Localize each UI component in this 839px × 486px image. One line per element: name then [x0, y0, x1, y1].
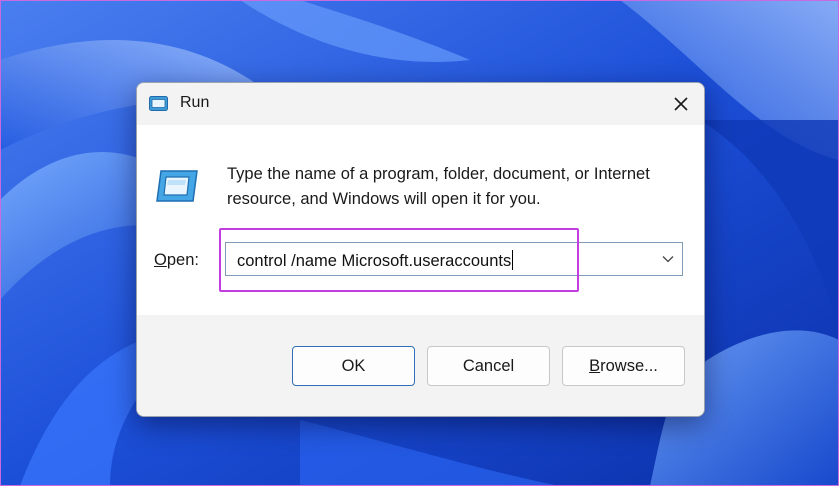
dialog-description: Type the name of a program, folder, docu…	[227, 165, 650, 208]
open-combobox[interactable]: control /name Microsoft.useraccounts	[225, 242, 683, 276]
open-label-rest: pen:	[166, 251, 199, 269]
run-dialog: Run Type the name of a program, folder, …	[136, 82, 705, 417]
text-caret	[512, 250, 514, 270]
close-button[interactable]	[658, 83, 704, 125]
open-label: Open:	[154, 251, 199, 270]
run-app-icon	[149, 96, 168, 111]
cancel-button[interactable]: Cancel	[427, 346, 550, 386]
ok-button[interactable]: OK	[292, 346, 415, 386]
chevron-down-icon[interactable]	[662, 254, 674, 264]
window-title: Run	[180, 94, 210, 111]
browse-button[interactable]: Browse...	[562, 346, 685, 386]
dialog-body	[137, 125, 704, 315]
title-bar[interactable]: Run	[137, 83, 704, 125]
run-program-icon	[156, 170, 198, 202]
browse-label-rest: rowse...	[600, 356, 658, 375]
open-label-accesskey: O	[154, 251, 167, 269]
dialog-footer: OK Cancel Browse...	[137, 315, 704, 416]
open-input[interactable]: control /name Microsoft.useraccounts	[237, 250, 514, 271]
open-input-text: control /name Microsoft.useraccounts	[237, 252, 512, 270]
close-icon	[674, 97, 688, 111]
browse-accesskey: B	[589, 356, 601, 375]
